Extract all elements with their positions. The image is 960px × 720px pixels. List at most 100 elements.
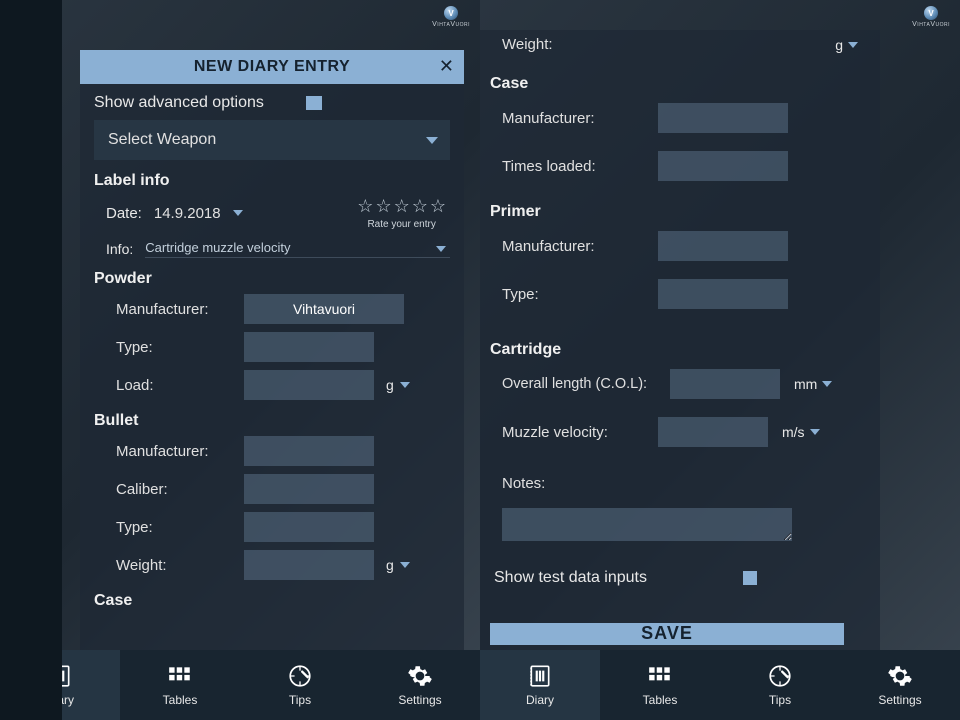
nav-settings[interactable]: Settings — [360, 650, 480, 720]
star-icon[interactable]: ☆ — [394, 196, 410, 217]
brand-text: VihtaVuori — [912, 21, 950, 28]
case-heading: Case — [94, 592, 450, 610]
star-icon[interactable]: ☆ — [412, 196, 428, 217]
muzzle-velocity-input[interactable] — [658, 417, 768, 447]
select-weapon-dropdown[interactable]: Select Weapon — [94, 120, 450, 160]
powder-type-input[interactable] — [244, 332, 374, 362]
tips-icon — [287, 663, 313, 689]
load-unit-dropdown[interactable]: g — [386, 377, 410, 393]
chevron-down-icon — [822, 381, 832, 387]
powder-load-label: Load: — [116, 377, 236, 394]
save-button-label: SAVE — [641, 623, 693, 644]
weight-unit-dropdown[interactable]: g — [835, 37, 858, 53]
date-value[interactable]: 14.9.2018 — [154, 205, 221, 222]
powder-manufacturer-label: Manufacturer: — [116, 301, 236, 318]
muzzle-velocity-label: Muzzle velocity: — [502, 424, 650, 441]
show-test-data-label: Show test data inputs — [494, 569, 647, 587]
vihtavuori-logo-icon — [444, 6, 458, 20]
nav-settings[interactable]: Settings — [840, 650, 960, 720]
primer-type-input[interactable] — [658, 279, 788, 309]
nav-diary[interactable]: Diary — [480, 650, 600, 720]
bullet-caliber-input[interactable] — [244, 474, 374, 504]
info-dropdown[interactable]: Cartridge muzzle velocity — [145, 240, 450, 258]
tables-icon — [647, 663, 673, 689]
overall-length-input[interactable] — [670, 369, 780, 399]
chevron-down-icon — [810, 429, 820, 435]
times-loaded-label: Times loaded: — [502, 158, 650, 175]
bullet-type-input[interactable] — [244, 512, 374, 542]
select-weapon-text: Select Weapon — [108, 131, 216, 149]
nav-settings-label: Settings — [878, 693, 921, 707]
brand-logo: VihtaVuori — [432, 6, 470, 28]
bullet-type-label: Type: — [116, 519, 236, 536]
chevron-down-icon — [400, 382, 410, 388]
primer-type-label: Type: — [502, 286, 650, 303]
new-diary-entry-modal: NEW DIARY ENTRY ✕ Show advanced options … — [80, 50, 464, 650]
primer-heading: Primer — [490, 203, 858, 221]
powder-load-input[interactable] — [244, 370, 374, 400]
nav-diary-label: Diary — [526, 693, 554, 707]
date-label: Date: — [106, 205, 142, 222]
case-manufacturer-input[interactable] — [658, 103, 788, 133]
notes-input[interactable] — [502, 508, 792, 541]
chevron-down-icon[interactable] — [233, 210, 243, 216]
times-loaded-input[interactable] — [658, 151, 788, 181]
bullet-manufacturer-label: Manufacturer: — [116, 443, 236, 460]
bullet-heading: Bullet — [94, 412, 450, 430]
rating-stars[interactable]: ☆ ☆ ☆ ☆ ☆ — [357, 196, 446, 217]
nav-tips[interactable]: Tips — [720, 650, 840, 720]
overall-length-unit-dropdown[interactable]: mm — [794, 376, 832, 392]
nav-tables[interactable]: Tables — [600, 650, 720, 720]
weight-label: Weight: — [502, 36, 650, 53]
bullet-caliber-label: Caliber: — [116, 481, 236, 498]
settings-icon — [407, 663, 433, 689]
bullet-weight-unit-dropdown[interactable]: g — [386, 557, 410, 573]
cartridge-heading: Cartridge — [490, 341, 858, 359]
tips-icon — [767, 663, 793, 689]
star-icon[interactable]: ☆ — [430, 196, 446, 217]
bullet-weight-label: Weight: — [116, 557, 236, 574]
vihtavuori-logo-icon — [924, 6, 938, 20]
star-icon[interactable]: ☆ — [375, 196, 391, 217]
close-icon[interactable]: ✕ — [439, 56, 454, 77]
nav-tables-label: Tables — [643, 693, 678, 707]
chevron-down-icon — [848, 42, 858, 48]
diary-entry-form-cont: Weight: g Case Manufacturer: Times loade… — [480, 30, 880, 650]
bullet-manufacturer-input[interactable] — [244, 436, 374, 466]
muzzle-velocity-unit-dropdown[interactable]: m/s — [782, 424, 820, 440]
show-test-data-checkbox[interactable] — [743, 571, 757, 585]
info-label: Info: — [106, 241, 133, 257]
brand-text: VihtaVuori — [432, 21, 470, 28]
label-info-heading: Label info — [94, 172, 450, 190]
case-heading: Case — [490, 75, 858, 93]
chevron-down-icon — [426, 137, 438, 144]
nav-tables-label: Tables — [163, 693, 198, 707]
diary-icon — [527, 663, 553, 689]
powder-type-label: Type: — [116, 339, 236, 356]
nav-tips-label: Tips — [769, 693, 791, 707]
tables-icon — [167, 663, 193, 689]
chevron-down-icon — [400, 562, 410, 568]
modal-header: NEW DIARY ENTRY ✕ — [80, 50, 464, 84]
case-manufacturer-label: Manufacturer: — [502, 110, 650, 127]
powder-heading: Powder — [94, 270, 450, 288]
nav-settings-label: Settings — [398, 693, 441, 707]
chevron-down-icon[interactable] — [436, 246, 446, 252]
brand-logo: VihtaVuori — [912, 6, 950, 28]
rate-entry-label: Rate your entry — [367, 219, 435, 230]
nav-tables[interactable]: Tables — [120, 650, 240, 720]
settings-icon — [887, 663, 913, 689]
notes-label: Notes: — [502, 475, 650, 492]
primer-manufacturer-input[interactable] — [658, 231, 788, 261]
save-button[interactable]: SAVE — [490, 623, 844, 645]
bullet-weight-input[interactable] — [244, 550, 374, 580]
modal-title: NEW DIARY ENTRY — [194, 58, 350, 76]
nav-tips-label: Tips — [289, 693, 311, 707]
star-icon[interactable]: ☆ — [357, 196, 373, 217]
powder-manufacturer-input[interactable] — [244, 294, 404, 324]
nav-tips[interactable]: Tips — [240, 650, 360, 720]
overall-length-label: Overall length (C.O.L): — [502, 376, 662, 392]
show-advanced-checkbox[interactable] — [306, 96, 322, 110]
show-advanced-label: Show advanced options — [94, 94, 264, 112]
primer-manufacturer-label: Manufacturer: — [502, 238, 650, 255]
